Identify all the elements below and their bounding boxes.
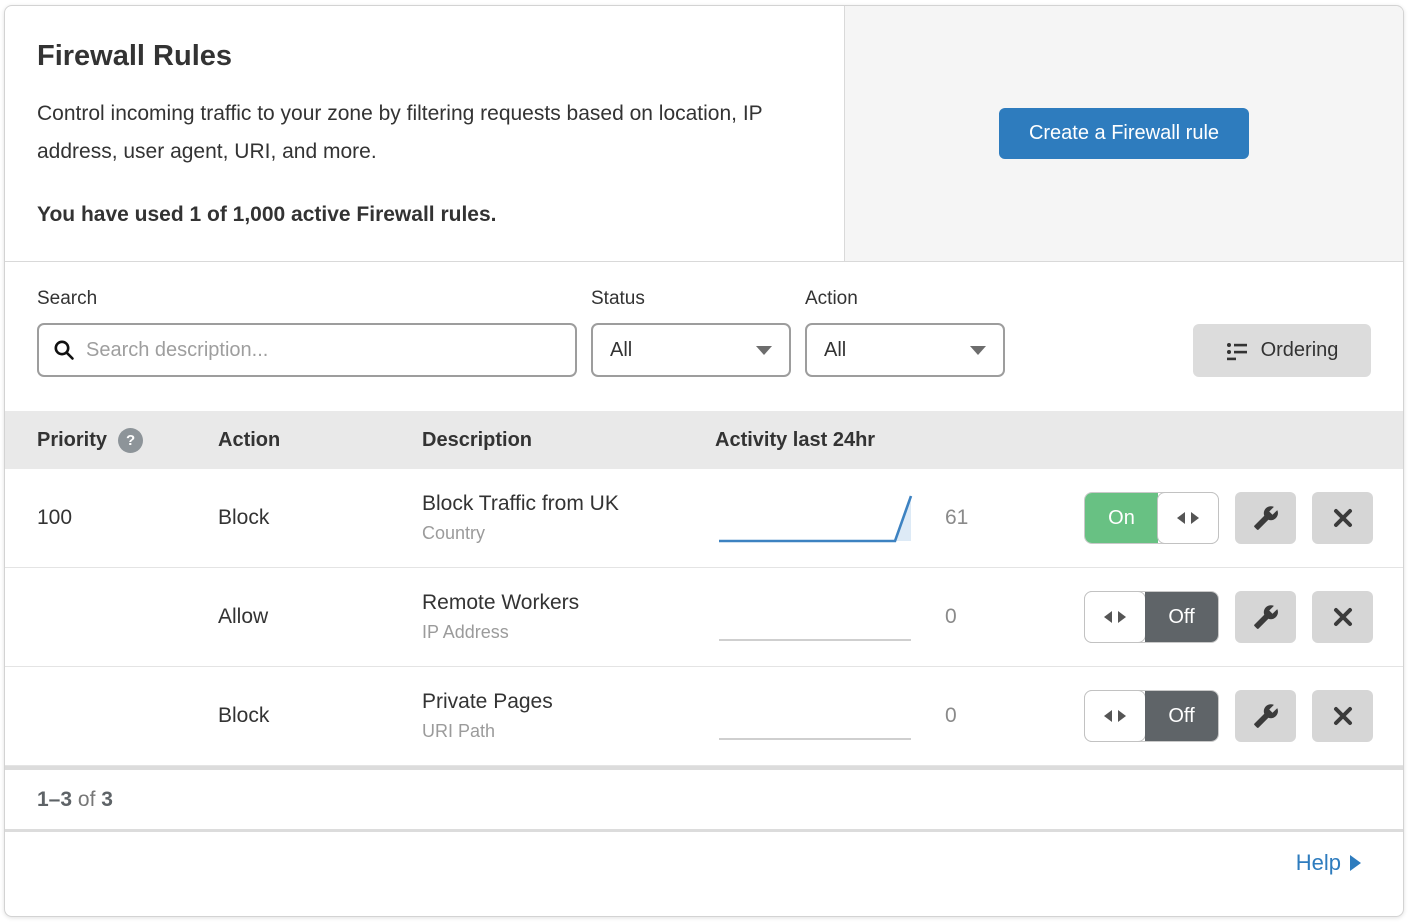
usage-note: You have used 1 of 1,000 active Firewall… <box>37 203 812 227</box>
rule-controls: On <box>1084 492 1373 544</box>
wrench-icon <box>1253 703 1279 729</box>
activity-count: 61 <box>920 506 1015 530</box>
table-row: Allow Remote Workers IP Address 0 Off <box>5 568 1403 667</box>
pagination-bar: 1–3 of 3 <box>5 766 1403 829</box>
action-selected-value: All <box>824 339 846 362</box>
pagination-of-label: of <box>78 788 96 811</box>
help-bar: Help <box>5 829 1403 893</box>
table-body: 100 Block Block Traffic from UK Country … <box>5 469 1403 766</box>
table-row: Block Private Pages URI Path 0 Off <box>5 667 1403 766</box>
ordering-group: Ordering <box>1193 324 1371 377</box>
rule-description[interactable]: Remote Workers <box>422 591 715 615</box>
help-label: Help <box>1296 850 1341 876</box>
wrench-icon <box>1253 604 1279 630</box>
status-select[interactable]: All <box>591 323 791 377</box>
rule-priority: 100 <box>37 506 218 530</box>
rule-description-cell: Private Pages URI Path <box>422 690 715 742</box>
rule-description[interactable]: Private Pages <box>422 690 715 714</box>
activity-sparkline <box>715 588 920 646</box>
header-text-block: Firewall Rules Control incoming traffic … <box>5 6 845 261</box>
rule-controls: Off <box>1084 690 1373 742</box>
toggle-state-label: Off <box>1145 691 1218 741</box>
rule-enabled-toggle[interactable]: On <box>1084 492 1219 544</box>
toggle-right-arrow-icon <box>1118 710 1126 722</box>
rule-action: Block <box>218 704 422 728</box>
rule-match-type: Country <box>422 523 715 544</box>
rule-description[interactable]: Block Traffic from UK <box>422 492 715 516</box>
rule-description-cell: Block Traffic from UK Country <box>422 492 715 544</box>
status-label: Status <box>591 288 791 310</box>
action-filter-group: Action All <box>805 288 1005 377</box>
chevron-down-icon <box>756 346 772 355</box>
delete-rule-button[interactable] <box>1312 690 1373 742</box>
delete-rule-button[interactable] <box>1312 492 1373 544</box>
wrench-icon <box>1253 505 1279 531</box>
pagination-total: 3 <box>101 788 113 811</box>
search-icon <box>53 339 75 361</box>
help-arrow-icon <box>1350 855 1361 871</box>
activity-count: 0 <box>920 605 1015 629</box>
edit-rule-button[interactable] <box>1235 492 1296 544</box>
page-title: Firewall Rules <box>37 40 812 73</box>
rule-enabled-toggle[interactable]: Off <box>1084 690 1219 742</box>
ordering-button[interactable]: Ordering <box>1193 324 1371 377</box>
search-group: Search <box>37 288 577 377</box>
rule-match-type: IP Address <box>422 622 715 643</box>
x-icon <box>1331 704 1355 728</box>
column-header-priority: Priority ? <box>37 428 218 453</box>
priority-header-label: Priority <box>37 429 107 452</box>
x-icon <box>1331 506 1355 530</box>
chevron-down-icon <box>970 346 986 355</box>
search-label: Search <box>37 288 577 310</box>
panel-header: Firewall Rules Control incoming traffic … <box>5 6 1403 262</box>
activity-sparkline <box>715 687 920 745</box>
rule-action: Block <box>218 506 422 530</box>
activity-count: 0 <box>920 704 1015 728</box>
edit-rule-button[interactable] <box>1235 690 1296 742</box>
rule-controls: Off <box>1084 591 1373 643</box>
action-select[interactable]: All <box>805 323 1005 377</box>
column-header-description: Description <box>422 429 715 452</box>
rule-description-cell: Remote Workers IP Address <box>422 591 715 643</box>
toggle-right-arrow-icon <box>1191 512 1199 524</box>
column-header-activity: Activity last 24hr <box>715 429 1403 452</box>
x-icon <box>1331 605 1355 629</box>
rule-match-type: URI Path <box>422 721 715 742</box>
priority-help-icon[interactable]: ? <box>118 428 143 453</box>
create-firewall-rule-button[interactable]: Create a Firewall rule <box>999 108 1249 159</box>
toggle-knob[interactable] <box>1084 690 1146 742</box>
toggle-state-label: On <box>1085 493 1158 543</box>
action-label: Action <box>805 288 1005 310</box>
rule-action: Allow <box>218 605 422 629</box>
column-header-action: Action <box>218 429 422 452</box>
table-header: Priority ? Action Description Activity l… <box>5 411 1403 469</box>
toggle-state-label: Off <box>1145 592 1218 642</box>
search-box[interactable] <box>37 323 577 377</box>
search-input[interactable] <box>86 339 561 362</box>
rule-enabled-toggle[interactable]: Off <box>1084 591 1219 643</box>
firewall-rules-panel: Firewall Rules Control incoming traffic … <box>4 5 1404 917</box>
activity-sparkline <box>715 489 920 547</box>
pagination-range: 1–3 <box>37 788 72 811</box>
help-link[interactable]: Help <box>1296 850 1361 876</box>
edit-rule-button[interactable] <box>1235 591 1296 643</box>
table-row: 100 Block Block Traffic from UK Country … <box>5 469 1403 568</box>
header-action-panel: Create a Firewall rule <box>845 6 1403 261</box>
toggle-left-arrow-icon <box>1177 512 1185 524</box>
ordering-button-label: Ordering <box>1261 339 1339 362</box>
toggle-left-arrow-icon <box>1104 611 1112 623</box>
status-filter-group: Status All <box>591 288 791 377</box>
status-selected-value: All <box>610 339 632 362</box>
list-icon <box>1226 340 1248 362</box>
page-description: Control incoming traffic to your zone by… <box>37 95 807 171</box>
toggle-right-arrow-icon <box>1118 611 1126 623</box>
toggle-knob[interactable] <box>1157 492 1219 544</box>
toggle-knob[interactable] <box>1084 591 1146 643</box>
delete-rule-button[interactable] <box>1312 591 1373 643</box>
toggle-left-arrow-icon <box>1104 710 1112 722</box>
filter-bar: Search Status All Action All <box>5 262 1403 411</box>
